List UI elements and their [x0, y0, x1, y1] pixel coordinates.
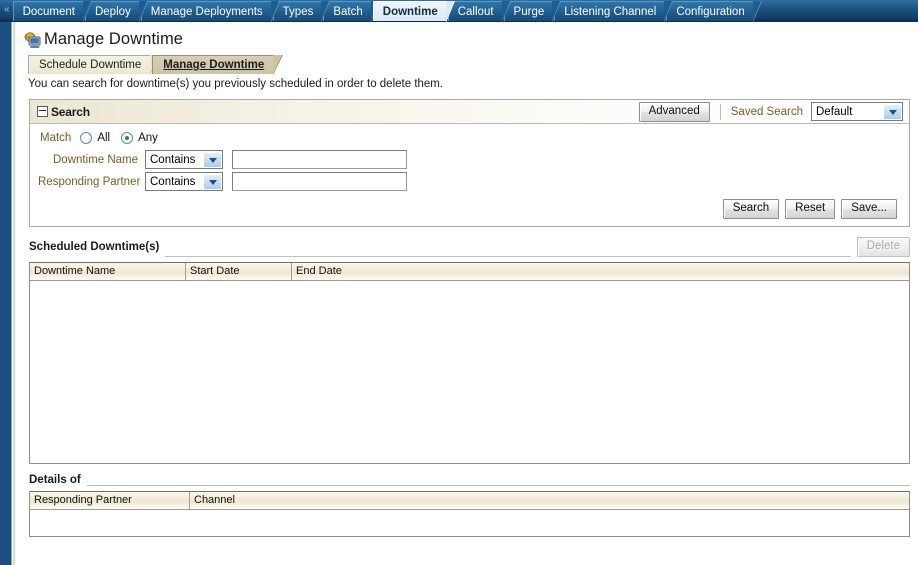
search-operator-select-downtime-name[interactable]: Contains: [145, 150, 223, 169]
search-field-list: Downtime Name Contains Responding Partner C…: [38, 150, 901, 191]
search-header-actions: Advanced Saved Search Default: [638, 101, 903, 122]
column-header-channel[interactable]: Channel: [190, 492, 909, 509]
column-header-responding-partner[interactable]: Responding Partner: [30, 492, 190, 509]
chevron-down-icon: [203, 152, 221, 167]
search-button[interactable]: Search: [722, 199, 780, 219]
saved-search-label: Saved Search: [730, 105, 803, 118]
page-content: Manage Downtime Schedule Downtime Manage …: [17, 22, 918, 565]
column-header-downtime-name[interactable]: Downtime Name: [30, 263, 186, 280]
search-input-responding-partner[interactable]: [232, 172, 407, 191]
saved-search-select[interactable]: Default: [811, 102, 903, 121]
top-tab-label: Manage Deployments: [150, 6, 263, 18]
top-tab-label: Downtime: [382, 6, 438, 18]
save-button[interactable]: Save...: [841, 199, 897, 219]
match-label: Match: [40, 132, 72, 144]
match-radio-any[interactable]: [121, 132, 134, 144]
page-title-row: Manage Downtime: [20, 28, 918, 50]
left-rail-divider: [8, 22, 17, 565]
sub-tab-list: Schedule Downtime Manage Downtime: [28, 54, 918, 75]
page-title: Manage Downtime: [44, 30, 184, 48]
collapse-minus-icon[interactable]: [37, 106, 48, 117]
reset-button[interactable]: Reset: [785, 199, 836, 219]
column-header-end-date[interactable]: End Date: [292, 263, 909, 280]
sub-tab-label: Schedule Downtime: [39, 59, 142, 71]
saved-search-selected-value: Default: [816, 105, 853, 118]
details-divider: [86, 485, 910, 486]
delete-button[interactable]: Delete: [856, 237, 910, 257]
details-header: Details of: [29, 474, 910, 486]
top-tab-list: Document Deploy Manage Deployments Types Bat…: [12, 1, 763, 23]
top-tab-configuration[interactable]: Configuration: [666, 1, 763, 23]
search-operator-value: Contains: [150, 175, 196, 188]
scheduled-downtimes-header: Scheduled Downtime(s) Delete: [29, 237, 910, 257]
details-table-body-empty: [30, 510, 909, 536]
match-row: Match All Any: [40, 132, 901, 144]
top-tab-label: Deploy: [94, 6, 131, 18]
advanced-button[interactable]: Advanced: [638, 101, 710, 122]
search-operator-select-responding-partner[interactable]: Contains: [145, 172, 223, 191]
chevron-down-icon: [883, 104, 901, 119]
column-header-start-date[interactable]: Start Date: [186, 263, 292, 280]
details-table-header-row: Responding Partner Channel: [30, 492, 909, 510]
search-panel-title: Search: [51, 104, 90, 119]
search-field-row-downtime-name: Downtime Name Contains: [38, 150, 901, 169]
top-tab-label: Purge: [513, 6, 545, 18]
search-panel: Search Advanced Saved Search Default Mat…: [29, 99, 910, 227]
table-header-row: Downtime Name Start Date End Date: [30, 263, 909, 281]
top-tab-types[interactable]: Types: [272, 1, 330, 23]
top-tab-label: Configuration: [676, 6, 745, 18]
top-tab-document[interactable]: Document: [12, 1, 93, 23]
search-action-buttons: Search Reset Save...: [38, 199, 897, 219]
search-field-row-responding-partner: Responding Partner Contains: [38, 172, 901, 191]
nav-scroll-left-icon[interactable]: «: [2, 0, 13, 21]
match-radio-any-label[interactable]: Any: [138, 132, 158, 144]
sub-tab-manage-downtime[interactable]: Manage Downtime: [152, 55, 284, 75]
scheduled-downtimes-table: Downtime Name Start Date End Date: [29, 262, 910, 464]
top-tab-label: Callout: [457, 6, 494, 18]
search-panel-body: Match All Any Downtime Name Contains Respo…: [30, 124, 909, 226]
sub-tab-schedule-downtime[interactable]: Schedule Downtime: [28, 55, 161, 75]
top-tab-callout[interactable]: Callout: [447, 1, 511, 23]
top-tab-purge[interactable]: Purge: [503, 1, 561, 23]
search-field-label-downtime-name: Downtime Name: [53, 153, 138, 166]
top-tab-listening-channel[interactable]: Listening Channel: [554, 1, 674, 23]
top-navigation-bar: « Document Deploy Manage Deployments Types B…: [0, 0, 918, 23]
top-tab-label: Listening Channel: [564, 6, 657, 18]
section-divider: [165, 256, 851, 257]
search-field-label-responding-partner: Responding Partner: [38, 175, 141, 188]
top-tab-label: Types: [282, 6, 314, 18]
page-frame: Manage Downtime Schedule Downtime Manage …: [0, 22, 918, 565]
search-panel-header: Search Advanced Saved Search Default: [30, 100, 909, 124]
search-input-downtime-name[interactable]: [232, 150, 407, 169]
top-tab-deploy[interactable]: Deploy: [84, 1, 148, 23]
top-tab-label: Batch: [333, 6, 363, 18]
page-description: You can search for downtime(s) you previ…: [28, 78, 444, 90]
details-title: Details of: [29, 474, 81, 486]
top-tab-label: Document: [22, 6, 75, 18]
chevron-down-icon: [203, 174, 221, 189]
table-body-empty: [30, 281, 909, 463]
monitor-globe-icon: [24, 31, 42, 48]
top-tab-batch[interactable]: Batch: [323, 1, 381, 23]
search-operator-value: Contains: [150, 153, 196, 166]
match-radio-all[interactable]: [80, 132, 93, 144]
match-radio-all-label[interactable]: All: [97, 132, 110, 144]
top-tab-downtime[interactable]: Downtime: [372, 1, 455, 23]
scheduled-downtimes-title: Scheduled Downtime(s): [29, 241, 160, 253]
details-table: Responding Partner Channel: [29, 491, 910, 537]
top-tab-manage-deployments[interactable]: Manage Deployments: [140, 1, 280, 23]
header-separator: [719, 103, 721, 120]
sub-tab-label: Manage Downtime: [163, 59, 265, 71]
